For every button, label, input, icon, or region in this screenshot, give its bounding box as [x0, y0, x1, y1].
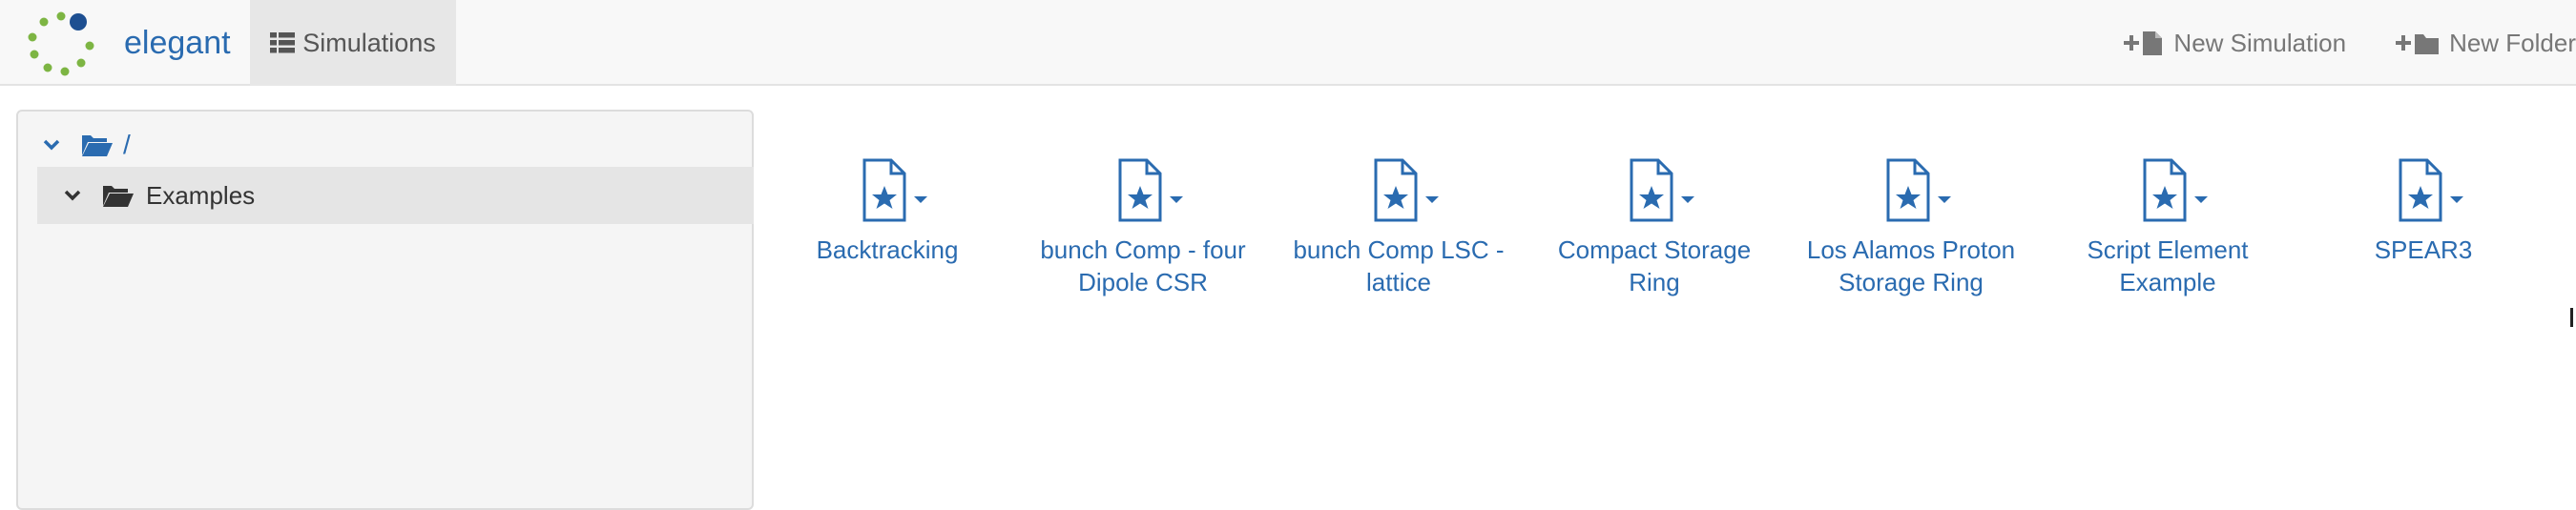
simulation-name-line1: bunch Comp LSC -	[1293, 235, 1505, 264]
file-star-icon	[1118, 158, 1162, 222]
simulation-name-line1: SPEAR3	[2374, 235, 2473, 264]
simulation-item[interactable]: Backtracking	[768, 157, 1007, 266]
file-star-icon	[1374, 158, 1418, 222]
simulation-item[interactable]: Los Alamos Proton Storage Ring	[1792, 157, 2030, 298]
tree-item-root[interactable]: /	[43, 123, 131, 167]
simulation-icon-group	[1628, 157, 1704, 224]
file-star-icon	[2143, 158, 2187, 222]
simulation-name-line2: Example	[2119, 268, 2216, 296]
new-simulation-button[interactable]: New Simulation	[2124, 29, 2346, 58]
new-folder-button[interactable]: New Folder	[2396, 29, 2576, 58]
file-star-icon	[1886, 158, 1930, 222]
brand-link[interactable]: elegant	[23, 6, 231, 80]
chevron-down-icon[interactable]	[64, 190, 81, 201]
caret-down-icon	[1425, 196, 1439, 203]
caret-down-icon	[1681, 196, 1694, 203]
caret-down-icon	[1938, 196, 1951, 203]
simulation-icon-group	[2141, 157, 2217, 224]
simulation-item[interactable]: bunch Comp LSC - lattice	[1279, 157, 1518, 298]
tree-examples-label: Examples	[146, 180, 256, 210]
simulation-name-line2: Storage Ring	[1839, 268, 1984, 296]
simulation-name-line1: Los Alamos Proton	[1806, 235, 2016, 264]
text-cursor	[2570, 308, 2573, 327]
simulation-icon-group	[1884, 157, 1961, 224]
plus-folder-icon	[2396, 30, 2440, 56]
nav-actions: New Simulation New Folder	[2074, 0, 2576, 86]
simulation-name-line1: Backtracking	[816, 235, 959, 264]
tab-simulations[interactable]: Simulations	[250, 0, 456, 86]
simulation-icon-group	[1116, 157, 1193, 224]
simulation-icon-group	[1372, 157, 1448, 224]
file-star-icon	[1630, 158, 1673, 222]
caret-down-icon	[2450, 196, 2463, 203]
list-icon	[270, 32, 296, 53]
brand-name: elegant	[124, 24, 231, 61]
simulation-name-line2: Dipole CSR	[1078, 268, 1208, 296]
plus-file-icon	[2124, 30, 2164, 56]
folder-tree-panel: / Examples	[16, 110, 754, 510]
simulation-name-line2: lattice	[1366, 268, 1431, 296]
simulation-item[interactable]: SPEAR3	[2304, 157, 2543, 266]
tab-simulations-label: Simulations	[302, 28, 436, 57]
tree-root-label: /	[123, 130, 131, 159]
simulation-item[interactable]: Script Element Example	[2048, 157, 2287, 298]
caret-down-icon	[2194, 196, 2208, 203]
folder-open-icon	[81, 133, 114, 157]
file-star-icon	[2399, 158, 2442, 222]
simulation-item[interactable]: Compact Storage Ring	[1535, 157, 1774, 298]
elegant-logo-icon	[28, 11, 94, 76]
top-navbar: elegant Simulations New Simulation New F…	[0, 0, 2576, 86]
simulation-icon-group	[2397, 157, 2473, 224]
simulation-name-line1: Script Element	[2087, 235, 2249, 264]
simulation-icon-group	[861, 157, 937, 224]
new-folder-label: New Folder	[2449, 28, 2576, 57]
simulation-name-line2: Ring	[1629, 268, 1680, 296]
simulation-name-line1: Compact Storage	[1557, 235, 1752, 264]
caret-down-icon	[1170, 196, 1183, 203]
new-simulation-label: New Simulation	[2173, 28, 2347, 57]
caret-down-icon	[914, 196, 927, 203]
tree-item-examples[interactable]: Examples	[37, 167, 754, 224]
file-star-icon	[862, 158, 906, 222]
chevron-down-icon[interactable]	[43, 139, 60, 151]
simulation-item[interactable]: bunch Comp - four Dipole CSR	[1024, 157, 1262, 298]
folder-open-icon	[102, 183, 135, 208]
simulation-name-line1: bunch Comp - four	[1040, 235, 1246, 264]
